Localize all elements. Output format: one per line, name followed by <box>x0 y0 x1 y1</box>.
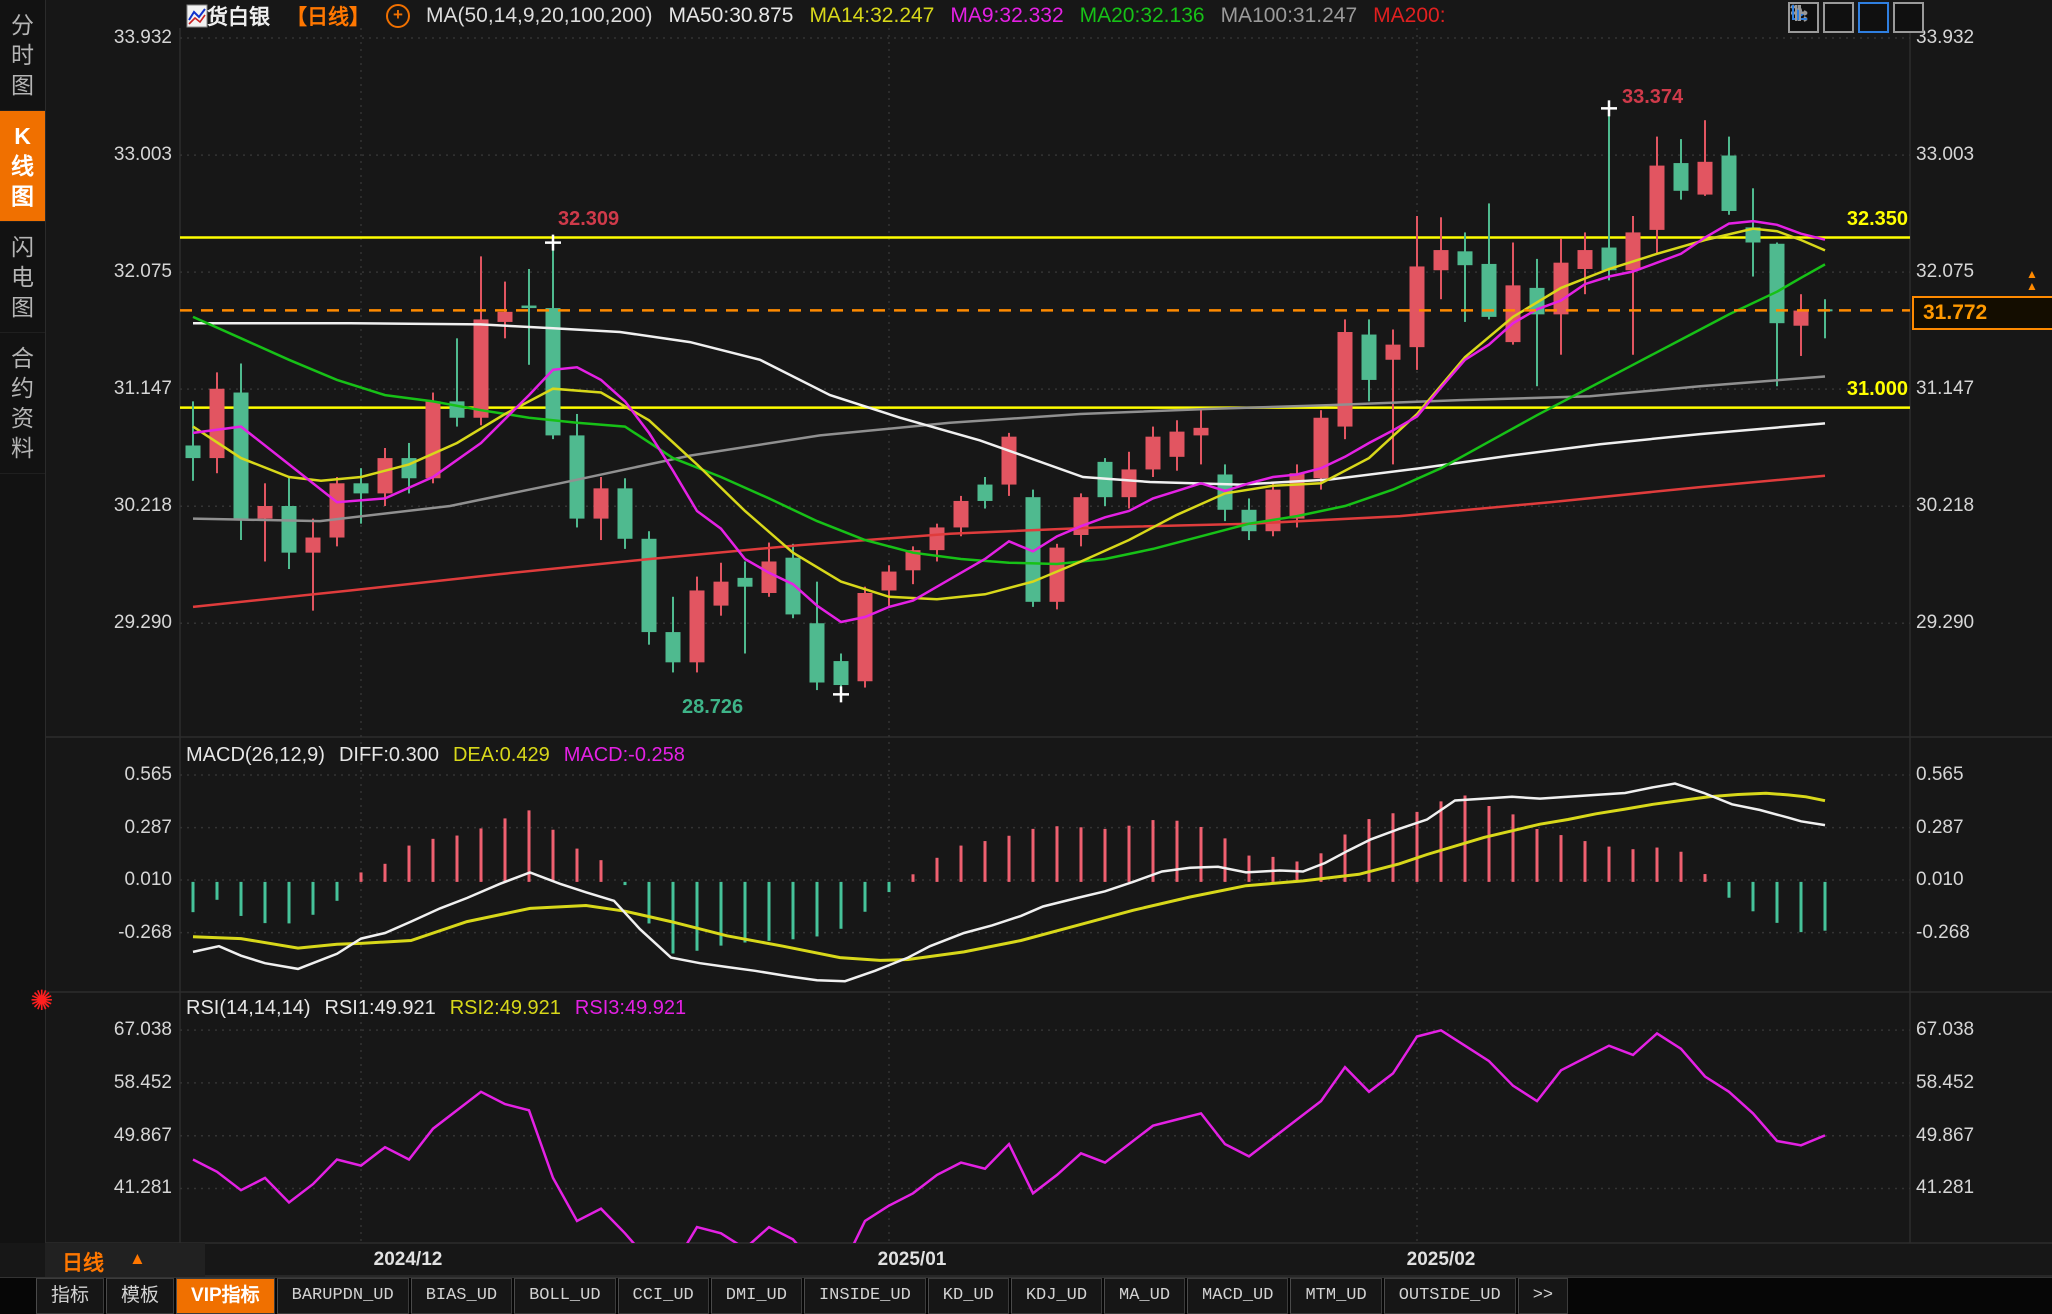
tab-BARUPDN_UD[interactable]: BARUPDN_UD <box>277 1278 409 1314</box>
date-axis-label: 2024/12 <box>374 1249 443 1271</box>
price-axis-tick-label: 32.075 <box>40 261 172 283</box>
ma-settings-label: MA(50,14,9,20,100,200) <box>426 4 653 28</box>
sidebar-item-闪电图[interactable]: 闪电图 <box>0 222 45 333</box>
axis-play-button[interactable] <box>1858 2 1889 33</box>
axis-shift-button[interactable] <box>1893 2 1924 33</box>
swing-high-annotation: 32.309 <box>558 208 619 231</box>
axis-shift-button-icon <box>1788 2 1810 24</box>
price-axis-tick-label: 31.147 <box>1916 378 2046 400</box>
tab->>[interactable]: >> <box>1518 1278 1568 1314</box>
rsi3-value: RSI3:49.921 <box>575 997 686 1020</box>
tab-BIAS_UD[interactable]: BIAS_UD <box>411 1278 512 1314</box>
price-axis-tick-label: 33.003 <box>40 144 172 166</box>
last-price-box: 31.772 <box>1912 296 2052 330</box>
macd-axis-tick-label: 0.565 <box>40 764 172 786</box>
rsi-axis-tick-label: 67.038 <box>40 1019 172 1041</box>
price-up-arrows-icon: ▲▲ <box>2026 268 2038 292</box>
rsi-axis-tick-label: 41.281 <box>40 1177 172 1199</box>
rsi2-value: RSI2:49.921 <box>450 997 561 1020</box>
chart-canvas[interactable] <box>0 0 2052 1314</box>
macd-axis-tick-label: -0.268 <box>1916 922 2046 944</box>
macd-dea-value: DEA:0.429 <box>453 744 550 767</box>
price-axis-tick-label: 29.290 <box>40 612 172 634</box>
ma9-value: MA9:32.332 <box>950 4 1063 28</box>
rsi-axis-tick-label: 58.452 <box>1916 1072 2046 1094</box>
tab-MTM_UD[interactable]: MTM_UD <box>1290 1278 1381 1314</box>
tab-BOLL_UD[interactable]: BOLL_UD <box>514 1278 615 1314</box>
sidebar-item-分时图[interactable]: 分时图 <box>0 0 45 111</box>
price-axis-tick-label: 33.003 <box>1916 144 2046 166</box>
tab-DMI_UD[interactable]: DMI_UD <box>711 1278 802 1314</box>
macd-axis-tick-label: 0.010 <box>1916 869 2046 891</box>
price-axis-tick-label: 30.218 <box>40 495 172 517</box>
ma50-value: MA50:30.875 <box>669 4 794 28</box>
tab-INSIDE_UD[interactable]: INSIDE_UD <box>804 1278 926 1314</box>
price-axis-tick-label: 33.932 <box>40 27 172 49</box>
chart-type-sidebar: 分时图K线图闪电图合约资料 <box>0 0 46 1243</box>
macd-axis-tick-label: -0.268 <box>40 922 172 944</box>
tab-OUTSIDE_UD[interactable]: OUTSIDE_UD <box>1384 1278 1516 1314</box>
tab-VIP指标[interactable]: VIP指标 <box>176 1278 275 1314</box>
price-axis-tick-label: 29.290 <box>1916 612 2046 634</box>
ma200-value: MA200: <box>1373 4 1445 28</box>
tab-指标[interactable]: 指标 <box>36 1278 104 1314</box>
circle-plus-icon[interactable]: + <box>386 4 410 28</box>
ma20-value: MA20:32.136 <box>1080 4 1205 28</box>
macd-diff-value: DIFF:0.300 <box>339 744 439 767</box>
indicator-tabbar: 指标模板VIP指标BARUPDN_UDBIAS_UDBOLL_UDCCI_UDD… <box>0 1277 2052 1314</box>
price-axis-tick-label: 30.218 <box>1916 495 2046 517</box>
macd-axis-tick-label: 0.287 <box>1916 817 2046 839</box>
rsi-axis-tick-label: 49.867 <box>1916 1125 2046 1147</box>
tab-KDJ_UD[interactable]: KDJ_UD <box>1011 1278 1102 1314</box>
chart-toolbar: H <box>1788 2 1924 33</box>
tab-MA_UD[interactable]: MA_UD <box>1104 1278 1185 1314</box>
rsi-header: RSI(14,14,14) RSI1:49.921 RSI2:49.921 RS… <box>186 997 686 1020</box>
upper-level-label: 32.350 <box>1690 208 1908 231</box>
period-tag[interactable]: 【日线】 <box>286 1 370 31</box>
swing-high-annotation: 33.374 <box>1622 86 1683 109</box>
rsi-axis-tick-label: 41.281 <box>1916 1177 2046 1199</box>
ma14-value: MA14:32.247 <box>809 4 934 28</box>
macd-axis-tick-label: 0.565 <box>1916 764 2046 786</box>
macd-axis-tick-label: 0.287 <box>40 817 172 839</box>
tab-模板[interactable]: 模板 <box>106 1278 174 1314</box>
tab-CCI_UD[interactable]: CCI_UD <box>618 1278 709 1314</box>
ma100-value: MA100:31.247 <box>1221 4 1358 28</box>
axis-scale-button[interactable]: H <box>1823 2 1854 33</box>
macd-axis-tick-label: 0.010 <box>40 869 172 891</box>
alert-icon[interactable]: ✺ <box>30 984 53 1017</box>
price-axis-tick-label: 31.147 <box>40 378 172 400</box>
tab-KD_UD[interactable]: KD_UD <box>928 1278 1009 1314</box>
sidebar-item-K线图[interactable]: K线图 <box>0 111 45 222</box>
chart-header: 现货白银 【日线】 + MA(50,14,9,20,100,200) MA50:… <box>186 3 1446 29</box>
swing-low-annotation: 28.726 <box>682 696 743 719</box>
rsi1-value: RSI1:49.921 <box>325 997 436 1020</box>
rsi-axis-tick-label: 49.867 <box>40 1125 172 1147</box>
candlestick-chart-icon[interactable] <box>186 3 208 29</box>
rsi-axis-tick-label: 58.452 <box>40 1072 172 1094</box>
macd-title: MACD(26,12,9) <box>186 744 325 767</box>
tab-MACD_UD[interactable]: MACD_UD <box>1187 1278 1288 1314</box>
period-panel: 日线 ▲ <box>45 1243 205 1277</box>
rsi-title: RSI(14,14,14) <box>186 997 311 1020</box>
sidebar-item-合约资料[interactable]: 合约资料 <box>0 333 45 474</box>
period-up-arrow-icon[interactable]: ▲ <box>129 1249 146 1269</box>
macd-header: MACD(26,12,9) DIFF:0.300 DEA:0.429 MACD:… <box>186 744 685 767</box>
date-axis-label: 2025/02 <box>1407 1249 1476 1271</box>
price-axis-tick-label: 33.932 <box>1916 27 2046 49</box>
trading-terminal: 分时图K线图闪电图合约资料 现货白银 【日线】 + MA(50,14,9,20,… <box>0 0 2052 1314</box>
period-selector[interactable]: 日线 <box>62 1247 104 1277</box>
macd-value: MACD:-0.258 <box>564 744 685 767</box>
lower-level-label: 31.000 <box>1690 378 1908 401</box>
date-axis-label: 2025/01 <box>878 1249 947 1271</box>
rsi-axis-tick-label: 67.038 <box>1916 1019 2046 1041</box>
